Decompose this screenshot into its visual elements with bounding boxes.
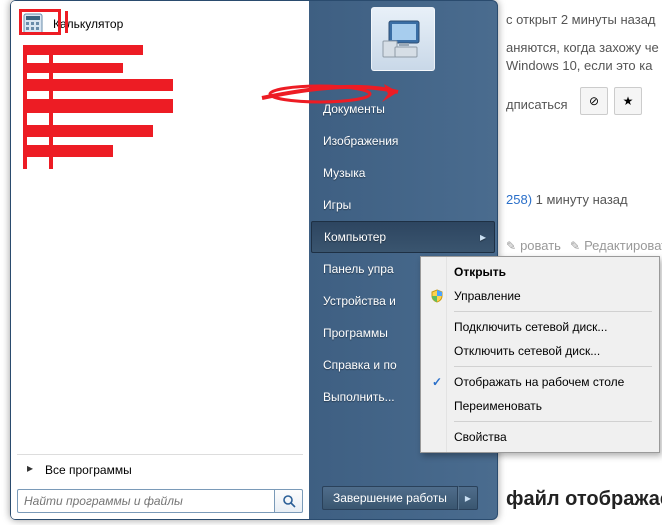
redaction-mark <box>23 63 123 73</box>
redaction-mark <box>49 49 53 169</box>
search-input[interactable] <box>17 489 275 513</box>
right-item-music[interactable]: Музыка <box>309 157 497 189</box>
shutdown-button[interactable]: Завершение работы <box>322 486 458 510</box>
shutdown-arrow[interactable]: ▸ <box>458 486 478 510</box>
monitor-icon <box>379 15 427 63</box>
program-list: Калькулятор <box>17 7 303 454</box>
right-item-pictures[interactable]: Изображения <box>309 125 497 157</box>
ctx-open[interactable]: Открыть <box>424 260 656 284</box>
redaction-mark <box>23 45 143 55</box>
all-programs[interactable]: Все программы <box>17 454 303 485</box>
block-icon: ⊘ <box>589 94 599 108</box>
redaction-mark <box>23 99 173 113</box>
redaction-mark <box>19 9 61 35</box>
redaction-mark <box>23 79 173 91</box>
start-left-pane: Калькулятор Все программы <box>11 1 309 519</box>
ctx-separator <box>454 366 652 367</box>
bg-button-star[interactable]: ★ <box>614 87 642 115</box>
shield-icon <box>429 288 445 304</box>
redaction-mark <box>23 145 113 157</box>
search-row <box>17 489 303 513</box>
user-picture[interactable] <box>371 7 435 71</box>
context-menu: Открыть Управление Подключить сетевой ди… <box>420 256 660 453</box>
ctx-rename[interactable]: Переименовать <box>424 394 656 418</box>
bg-action-edit[interactable]: Редактировать <box>570 238 662 253</box>
redaction-mark <box>23 49 27 169</box>
right-item-documents[interactable]: Документы <box>309 93 497 125</box>
bg-heading: файл отображается к <box>506 488 662 511</box>
right-item-computer[interactable]: Компьютер <box>311 221 495 253</box>
bg-text-subscribe[interactable]: дписаться <box>506 97 568 112</box>
star-icon: ★ <box>623 94 634 108</box>
bg-answer: 258) 1 минуту назад <box>506 192 628 207</box>
bg-button-block[interactable]: ⊘ <box>580 87 608 115</box>
check-icon: ✓ <box>429 374 445 390</box>
ctx-show-desktop[interactable]: ✓ Отображать на рабочем столе <box>424 370 656 394</box>
shutdown-group: Завершение работы ▸ <box>322 486 478 510</box>
ctx-separator <box>454 311 652 312</box>
ctx-manage[interactable]: Управление <box>424 284 656 308</box>
redaction-mark <box>23 125 153 137</box>
bg-text-line2: Windows 10, если это ка <box>506 58 652 73</box>
all-programs-label: Все программы <box>45 463 132 477</box>
program-item-label: Калькулятор <box>53 17 123 31</box>
search-button[interactable] <box>275 489 303 513</box>
ctx-separator <box>454 421 652 422</box>
redaction-mark <box>65 11 68 33</box>
bg-answer-count[interactable]: 258) <box>506 192 532 207</box>
ctx-properties[interactable]: Свойства <box>424 425 656 449</box>
ctx-map-drive[interactable]: Подключить сетевой диск... <box>424 315 656 339</box>
search-icon <box>282 494 296 508</box>
ctx-unmap-drive[interactable]: Отключить сетевой диск... <box>424 339 656 363</box>
right-item-games[interactable]: Игры <box>309 189 497 221</box>
bg-action-1[interactable]: ровать <box>506 238 561 253</box>
bg-text-time: с открыт 2 минуты назад <box>506 12 656 27</box>
bg-text-line1: аняются, когда захожу че <box>506 40 659 55</box>
